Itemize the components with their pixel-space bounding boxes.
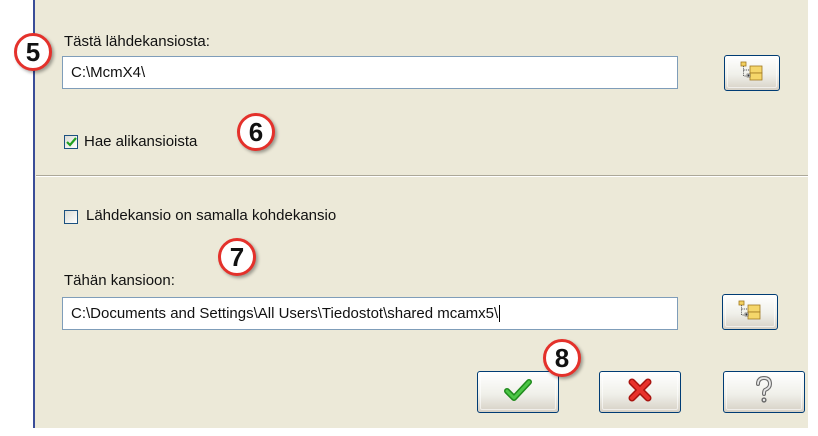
ok-button[interactable] (477, 371, 559, 413)
source-folder-input[interactable]: C:\McmX4\ (62, 56, 678, 89)
text-cursor (499, 305, 501, 322)
step-marker-8: 8 (543, 339, 581, 377)
cancel-button[interactable] (599, 371, 681, 413)
source-folder-label: Tästä lähdekansiosta: (64, 33, 210, 50)
subfolders-checkbox[interactable] (64, 135, 78, 149)
section-divider (36, 175, 808, 177)
source-folder-value: C:\McmX4\ (71, 64, 146, 81)
step-marker-5: 5 (14, 33, 52, 71)
help-button[interactable] (723, 371, 805, 413)
target-folder-label: Tähän kansioon: (64, 272, 175, 289)
target-folder-input[interactable]: C:\Documents and Settings\All Users\Tied… (62, 297, 678, 330)
checkmark-icon (65, 137, 77, 147)
step-marker-7: 7 (218, 238, 256, 276)
same-folder-checkbox[interactable] (64, 210, 78, 224)
same-folder-label[interactable]: Lähdekansio on samalla kohdekansio (86, 207, 336, 224)
target-folder-value: C:\Documents and Settings\All Users\Tied… (71, 305, 499, 322)
target-browse-button[interactable] (722, 294, 778, 330)
dialog-bottom-margin (0, 428, 818, 436)
source-browse-button[interactable] (724, 55, 780, 91)
dialog-right-margin (808, 0, 818, 436)
step-marker-6: 6 (237, 113, 275, 151)
copy-folder-dialog: Tästä lähdekansiosta: C:\McmX4\ Hae alik… (0, 0, 818, 436)
subfolders-label[interactable]: Hae alikansioista (84, 133, 197, 150)
